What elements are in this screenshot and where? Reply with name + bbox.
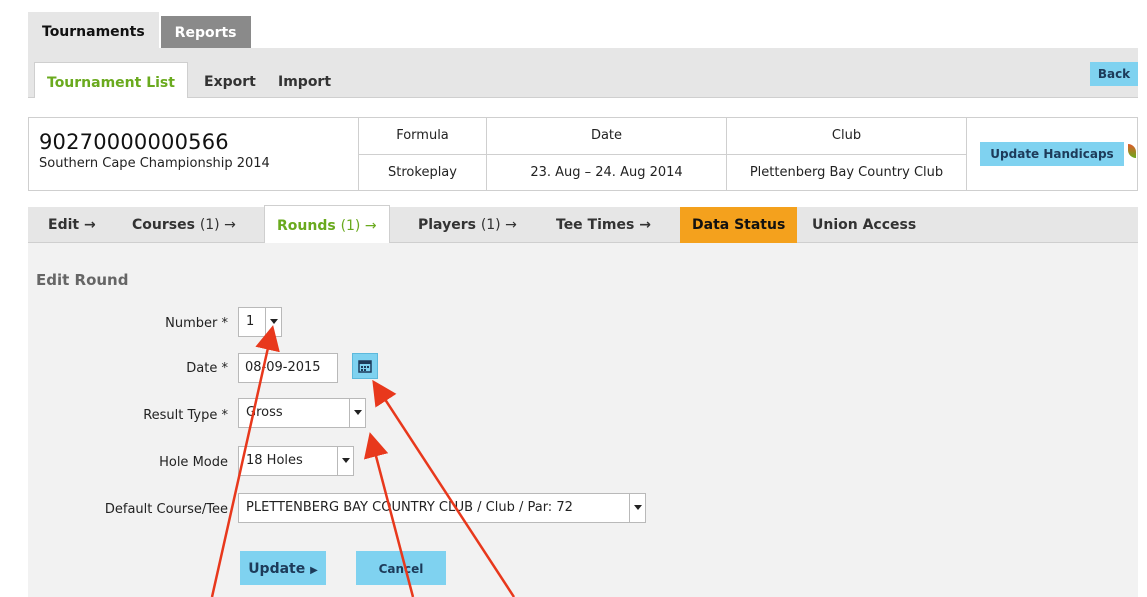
date-input[interactable]: 08-09-2015 <box>238 353 338 383</box>
update-handicaps-button[interactable]: Update Handicaps <box>980 142 1136 166</box>
tab-data-status[interactable]: Data Status <box>680 207 798 243</box>
tournament-info-table: 90270000000566 Southern Cape Championshi… <box>28 117 1138 191</box>
tab-players-count: (1) → <box>480 217 517 233</box>
chevron-down-icon <box>337 447 353 475</box>
form-title: Edit Round <box>36 271 129 289</box>
workflow-tabs: Edit → Courses (1) → Rounds (1) → Player… <box>28 205 1138 243</box>
number-label: Number * <box>165 316 228 331</box>
chevron-down-icon <box>349 399 365 427</box>
club-header: Club <box>727 118 966 155</box>
hole-mode-label: Hole Mode <box>159 455 228 470</box>
tab-courses[interactable]: Courses (1) → <box>120 207 248 243</box>
date-header: Date <box>487 118 726 155</box>
formula-header: Formula <box>359 118 486 155</box>
course-tee-value: PLETTENBERG BAY COUNTRY CLUB / Club / Pa… <box>246 500 573 515</box>
update-button[interactable]: Update ▶ <box>240 551 326 585</box>
chevron-down-icon <box>629 494 645 522</box>
tab-import[interactable]: Import <box>266 62 343 98</box>
date-label: Date * <box>186 361 228 376</box>
club-value: Plettenberg Bay Country Club <box>749 164 944 180</box>
tournament-name: Southern Cape Championship 2014 <box>39 156 270 171</box>
tab-courses-label: Courses <box>132 217 195 233</box>
hole-mode-select[interactable]: 18 Holes <box>238 446 354 476</box>
number-value: 1 <box>246 314 255 329</box>
chevron-down-icon <box>265 308 281 336</box>
tab-edit[interactable]: Edit → <box>36 207 108 243</box>
hole-mode-value: 18 Holes <box>246 453 303 468</box>
tab-union-access[interactable]: Union Access <box>800 207 928 243</box>
top-tabs: Tournaments Reports <box>28 12 251 48</box>
tab-export[interactable]: Export <box>192 62 268 98</box>
tab-tee-times[interactable]: Tee Times → <box>544 207 663 243</box>
tab-tournament-list[interactable]: Tournament List <box>34 62 188 98</box>
number-select[interactable]: 1 <box>238 307 282 337</box>
tab-tournaments[interactable]: Tournaments <box>28 12 159 48</box>
club-column: Club Plettenberg Bay Country Club <box>727 118 967 190</box>
cancel-button[interactable]: Cancel <box>356 551 446 585</box>
sub-nav-bar: Tournament List Export Import Back <box>28 48 1138 98</box>
course-tee-label: Default Course/Tee <box>104 502 228 517</box>
caret-right-icon: ▶ <box>310 565 318 576</box>
tab-rounds-label: Rounds <box>277 218 336 234</box>
calendar-icon <box>358 360 372 373</box>
tab-reports[interactable]: Reports <box>160 16 251 48</box>
calendar-button[interactable] <box>352 353 378 379</box>
result-type-value: Gross <box>246 405 283 420</box>
date-value: 23. Aug – 24. Aug 2014 <box>530 164 683 180</box>
page: Tournaments Reports Tournament List Expo… <box>10 0 1147 597</box>
tab-players[interactable]: Players (1) → <box>406 207 529 243</box>
edit-round-form: Edit Round Number * 1 Date * 08-09-2015 … <box>28 243 1138 597</box>
course-tee-select[interactable]: PLETTENBERG BAY COUNTRY CLUB / Club / Pa… <box>238 493 646 523</box>
tab-courses-count: (1) → <box>199 217 236 233</box>
formula-value: Strokeplay <box>388 164 457 180</box>
date-column: Date 23. Aug – 24. Aug 2014 <box>487 118 727 190</box>
update-button-label: Update <box>248 561 306 577</box>
formula-column: Formula Strokeplay <box>359 118 487 190</box>
tournament-identity: 90270000000566 Southern Cape Championshi… <box>29 118 359 190</box>
result-type-select[interactable]: Gross <box>238 398 366 428</box>
tab-rounds-count: (1) → <box>340 218 377 234</box>
update-handicaps-cell: Update Handicaps <box>967 118 1137 190</box>
update-handicaps-label: Update Handicaps <box>990 147 1114 161</box>
tab-rounds[interactable]: Rounds (1) → <box>264 205 390 243</box>
back-button[interactable]: Back <box>1090 62 1138 86</box>
result-type-label: Result Type * <box>143 408 228 423</box>
tournament-id: 90270000000566 <box>39 130 229 154</box>
tab-players-label: Players <box>418 217 476 233</box>
leaf-icon <box>1127 144 1136 158</box>
